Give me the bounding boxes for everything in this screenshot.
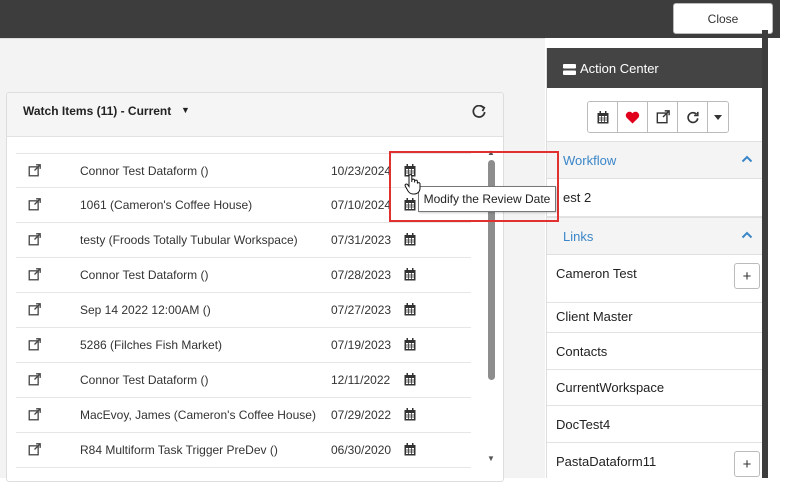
item-name[interactable]: Connor Test Dataform ()	[80, 268, 209, 282]
caret-down-icon[interactable]: ▼	[181, 105, 190, 115]
link-item[interactable]: PastaDataform11 +	[547, 443, 763, 478]
add-link-button[interactable]: +	[734, 263, 760, 289]
list-item: Sep 14 2022 12:00AM () 07/27/2023	[16, 293, 471, 328]
side-scrollbar[interactable]	[762, 30, 768, 478]
list-item: Connor Test Dataform () 07/28/2023	[16, 258, 471, 293]
hand-cursor-icon	[404, 173, 422, 195]
external-link-icon[interactable]	[28, 164, 42, 178]
external-link-icon[interactable]	[28, 303, 42, 317]
item-name[interactable]: Sep 14 2022 12:00AM ()	[80, 303, 211, 317]
tooltip: Modify the Review Date	[418, 186, 556, 212]
list-item: testy (Froods Totally Tubular Workspace)…	[16, 223, 471, 258]
chevron-up-icon[interactable]	[741, 153, 753, 165]
item-name[interactable]: MacEvoy, James (Cameron's Coffee House)	[80, 408, 316, 422]
action-toolbar	[587, 101, 729, 133]
heart-icon[interactable]	[618, 102, 648, 132]
item-date: 12/11/2022	[331, 373, 391, 387]
item-date: 06/30/2020	[331, 443, 392, 457]
menu-icon	[563, 63, 576, 75]
workflow-section-header[interactable]: Workflow	[547, 141, 763, 179]
external-link-icon[interactable]	[28, 233, 42, 247]
item-date: 07/29/2022	[331, 408, 392, 422]
workflow-item-label: est 2	[563, 190, 592, 205]
list-item: MacEvoy, James (Cameron's Coffee House) …	[16, 398, 471, 433]
item-date: 07/19/2023	[331, 338, 392, 352]
close-button[interactable]: Close	[673, 3, 773, 34]
calendar-icon[interactable]	[404, 443, 416, 456]
chevron-up-icon[interactable]	[741, 229, 753, 241]
item-date: 10/23/2024	[331, 164, 392, 178]
external-link-icon[interactable]	[28, 373, 42, 387]
list-item: 5286 (Filches Fish Market) 07/19/2023	[16, 328, 471, 363]
refresh-icon[interactable]	[678, 102, 708, 132]
watch-items-title[interactable]: Watch Items (11) - Current	[23, 104, 171, 118]
calendar-icon[interactable]	[404, 233, 416, 246]
top-bar: Close	[0, 0, 780, 38]
external-link-icon[interactable]	[28, 443, 42, 457]
link-item[interactable]: Client Master	[547, 303, 763, 333]
external-link-icon[interactable]	[28, 408, 42, 422]
external-link-icon[interactable]	[648, 102, 678, 132]
link-label[interactable]: PastaDataform11	[556, 454, 656, 469]
item-date: 07/31/2023	[331, 233, 392, 247]
link-item[interactable]: Cameron Test +	[547, 255, 763, 303]
calendar-icon[interactable]	[404, 303, 416, 316]
refresh-icon[interactable]	[470, 103, 488, 121]
calendar-icon[interactable]	[404, 408, 416, 421]
item-name[interactable]: Connor Test Dataform ()	[80, 373, 209, 387]
item-name[interactable]: R84 Multiform Task Trigger PreDev ()	[80, 443, 278, 457]
links-section-header[interactable]: Links	[547, 217, 763, 255]
link-label[interactable]: Client Master	[556, 309, 633, 324]
item-date: 07/28/2023	[331, 268, 392, 282]
link-item[interactable]: DocTest4	[547, 406, 763, 443]
calendar-icon[interactable]	[404, 338, 416, 351]
link-label[interactable]: CurrentWorkspace	[556, 380, 664, 395]
list-item: R84 Multiform Task Trigger PreDev () 06/…	[16, 433, 471, 468]
external-link-icon[interactable]	[28, 198, 42, 212]
action-center-title: Action Center	[580, 60, 659, 76]
calendar-icon[interactable]	[404, 373, 416, 386]
action-center-header: Action Center	[547, 48, 763, 88]
workflow-item[interactable]: est 2	[547, 179, 763, 217]
scroll-down-icon[interactable]: ▼	[487, 454, 495, 463]
calendar-icon[interactable]	[404, 268, 416, 281]
link-label[interactable]: Cameron Test	[556, 266, 637, 281]
item-name[interactable]: Connor Test Dataform ()	[80, 164, 209, 178]
watch-items-header: Watch Items (11) - Current ▼	[7, 93, 503, 137]
links-label: Links	[563, 229, 594, 244]
action-center-panel: Action Center Workflow est 2 Links Camer…	[546, 48, 763, 478]
item-date: 07/10/2024	[331, 198, 392, 212]
caret-down-icon[interactable]	[708, 102, 728, 132]
link-label[interactable]: Contacts	[556, 344, 607, 359]
external-link-icon[interactable]	[28, 338, 42, 352]
link-item[interactable]: Contacts	[547, 333, 763, 370]
item-name[interactable]: testy (Froods Totally Tubular Workspace)	[80, 233, 298, 247]
add-link-button[interactable]: +	[734, 451, 760, 477]
external-link-icon[interactable]	[28, 268, 42, 282]
link-label[interactable]: DocTest4	[556, 417, 610, 432]
list-item: Connor Test Dataform () 12/11/2022	[16, 363, 471, 398]
link-item[interactable]: CurrentWorkspace	[547, 370, 763, 406]
calendar-icon[interactable]	[588, 102, 618, 132]
workflow-label: Workflow	[563, 153, 617, 168]
item-name[interactable]: 1061 (Cameron's Coffee House)	[80, 198, 252, 212]
item-name[interactable]: 5286 (Filches Fish Market)	[80, 338, 222, 352]
item-date: 07/27/2023	[331, 303, 392, 317]
